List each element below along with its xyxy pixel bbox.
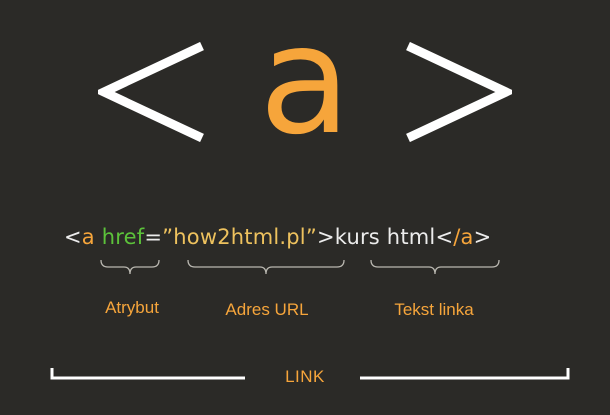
url-label: Adres URL	[225, 300, 309, 319]
code-open-gt: >	[316, 225, 335, 249]
big-tag-letter: a	[259, 0, 351, 168]
url-brace	[187, 259, 345, 275]
big-close-bracket	[406, 42, 512, 142]
link-label: LINK	[285, 367, 325, 386]
code-url: how2html.pl	[173, 225, 306, 249]
code-equals: =	[144, 225, 163, 249]
link-text-brace	[370, 259, 500, 275]
code-close-lt: <	[435, 225, 454, 249]
code-close-gt: >	[473, 225, 492, 249]
big-open-bracket	[98, 42, 204, 142]
attribute-brace	[100, 259, 160, 275]
html-link-infographic: a <a href=”how2html.pl”>kurs html</a> At…	[0, 0, 610, 415]
code-example: <a href=”how2html.pl”>kurs html</a>	[64, 222, 564, 252]
code-attribute: href	[101, 225, 145, 249]
code-open-lt: <	[64, 225, 82, 249]
attribute-label: Atrybut	[105, 298, 159, 317]
code-close-tag: /a	[453, 225, 474, 249]
code-tag-name: a	[81, 225, 95, 249]
code-link-text: kurs html	[334, 225, 436, 249]
link-text-label: Tekst linka	[394, 300, 474, 319]
code-quote-open: ”	[162, 225, 174, 249]
code-quote-close: ”	[305, 225, 317, 249]
